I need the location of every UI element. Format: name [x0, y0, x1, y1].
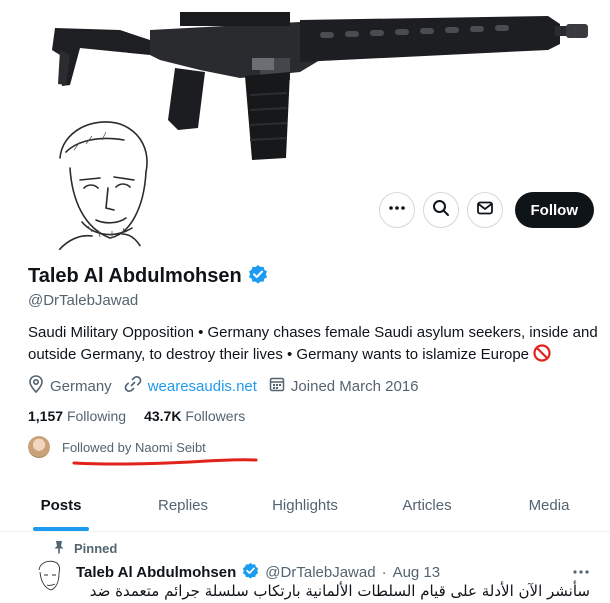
search-button[interactable] — [422, 192, 459, 228]
profile-bio: Saudi Military Opposition • Germany chas… — [28, 322, 598, 369]
tweet-date[interactable]: Aug 13 — [393, 564, 441, 581]
pin-icon — [52, 540, 66, 557]
profile-meta: Germany wearesaudis.net Joined March 201… — [28, 375, 419, 397]
tab-media[interactable]: Media — [488, 480, 610, 531]
follow-counts: 1,157 Following 43.7K Followers — [28, 408, 245, 424]
profile-name: Taleb Al Abdulmohsen — [28, 265, 242, 287]
tweet-author-name[interactable]: Taleb Al Abdulmohsen — [76, 564, 236, 581]
bio-text: Saudi Military Opposition • Germany chas… — [28, 324, 598, 363]
joined-text: Joined March 2016 — [290, 377, 419, 395]
tab-replies[interactable]: Replies — [122, 480, 244, 531]
pinned-label: Pinned — [74, 541, 118, 556]
joined-date: Joined March 2016 — [269, 376, 419, 396]
tab-label: Replies — [157, 497, 209, 514]
avatar-sketch-image — [23, 111, 171, 260]
tweet-separator: · — [381, 564, 387, 581]
location: Germany — [28, 375, 112, 397]
following-link[interactable]: 1,157 Following — [28, 408, 126, 424]
prohibited-icon — [533, 344, 551, 369]
followed-by-text: Followed by Naomi Seibt — [62, 439, 206, 455]
pinned-indicator: Pinned — [52, 540, 117, 557]
followers-count: 43.7K — [144, 408, 182, 424]
profile-name-row: Taleb Al Abdulmohsen — [28, 264, 268, 289]
following-label: Following — [66, 408, 127, 424]
verified-badge-icon[interactable] — [242, 562, 259, 583]
more-button[interactable] — [378, 192, 415, 228]
tab-label: Posts — [40, 497, 82, 514]
tab-highlights[interactable]: Highlights — [244, 480, 366, 531]
link-icon — [124, 375, 142, 397]
tweet-header: Taleb Al Abdulmohsen @DrTalebJawad · Aug… — [76, 562, 440, 583]
location-pin-icon — [28, 375, 44, 397]
profile-actions: Follow — [378, 192, 594, 228]
website[interactable]: wearesaudis.net — [124, 375, 257, 397]
calendar-icon — [269, 376, 285, 396]
follower-avatar — [28, 436, 50, 458]
location-text: Germany — [50, 377, 112, 395]
profile-handle: @DrTalebJawad — [28, 292, 139, 309]
more-icon — [572, 562, 590, 579]
website-link[interactable]: wearesaudis.net — [148, 378, 257, 395]
search-icon — [432, 199, 450, 222]
tweet-text: سأنشر الآن الأدلة على قيام السلطات الألم… — [89, 582, 590, 600]
message-icon — [476, 199, 494, 222]
tab-label: Highlights — [272, 497, 338, 514]
follow-button[interactable]: Follow — [514, 192, 594, 228]
verified-badge-icon[interactable] — [248, 264, 268, 289]
more-icon — [388, 199, 406, 222]
tab-label: Media — [528, 497, 570, 514]
message-button[interactable] — [466, 192, 503, 228]
profile-tabs: Posts Replies Highlights Articles Media — [0, 480, 610, 532]
following-count: 1,157 — [28, 408, 64, 424]
tab-label: Articles — [402, 497, 452, 514]
tweet-author-handle[interactable]: @DrTalebJawad — [265, 564, 375, 581]
followers-label: Followers — [185, 408, 246, 424]
tweet-more-button[interactable] — [572, 562, 590, 580]
active-tab-indicator — [33, 527, 89, 531]
profile-avatar[interactable] — [22, 110, 172, 260]
tab-posts[interactable]: Posts — [0, 480, 122, 531]
red-annotation-underline — [72, 458, 258, 466]
tab-articles[interactable]: Articles — [366, 480, 488, 531]
tweet-author-avatar[interactable] — [28, 556, 68, 596]
followers-link[interactable]: 43.7K Followers — [144, 408, 245, 424]
